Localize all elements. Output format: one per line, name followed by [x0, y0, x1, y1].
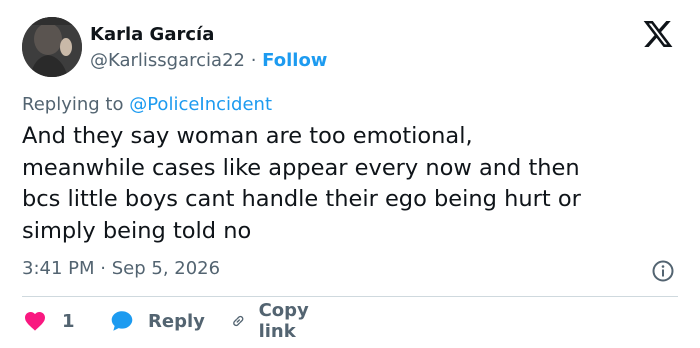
reply-prefix: Replying to: [22, 94, 124, 115]
copy-link-label: Copy link: [258, 300, 309, 342]
like-count: 1: [62, 310, 75, 332]
x-logo-icon[interactable]: [641, 18, 675, 50]
post-time[interactable]: 3:41 PM: [22, 258, 95, 279]
link-icon: [233, 315, 244, 327]
author-handle-row: @Karlissgarcia22 · Follow: [90, 50, 327, 71]
reply-label: Reply: [148, 310, 205, 332]
speech-bubble-icon: [111, 311, 133, 331]
reply-mention-link[interactable]: @PoliceIncident: [129, 94, 272, 115]
avatar-photo: [22, 17, 82, 77]
copy-link-button[interactable]: Copy link: [230, 300, 318, 342]
reply-button[interactable]: Reply: [108, 305, 205, 337]
author-avatar[interactable]: [22, 17, 82, 77]
follow-button[interactable]: Follow: [262, 50, 327, 71]
post-timestamp[interactable]: 3:41 PM · Sep 5, 2026: [22, 258, 220, 279]
actions-divider: [22, 296, 678, 297]
author-handle[interactable]: @Karlissgarcia22: [90, 50, 245, 71]
author-name[interactable]: Karla García: [90, 24, 214, 45]
post-text: And they say woman are too emotional, me…: [22, 123, 581, 244]
heart-icon: [25, 312, 45, 331]
post-date[interactable]: Sep 5, 2026: [112, 258, 220, 279]
timestamp-separator: ·: [100, 258, 106, 279]
like-button[interactable]: 1: [22, 305, 75, 337]
reply-context: Replying to @PoliceIncident: [22, 94, 272, 115]
info-icon[interactable]: [651, 259, 675, 283]
handle-separator: ·: [250, 50, 257, 71]
